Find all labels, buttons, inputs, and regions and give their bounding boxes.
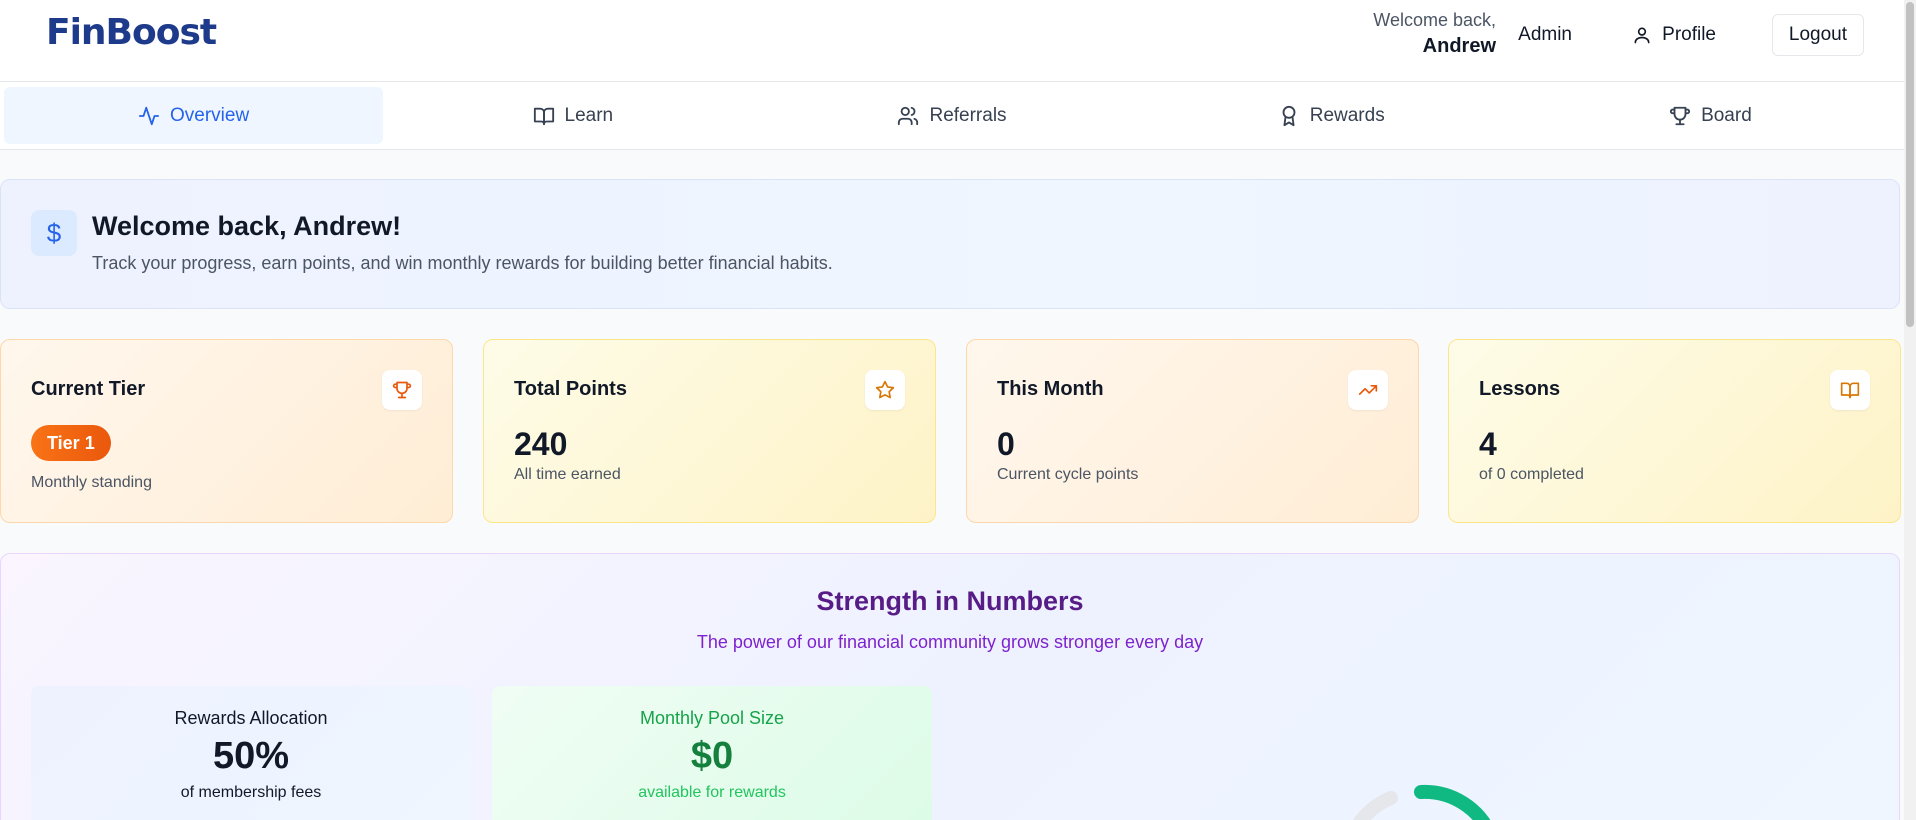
book-open-icon <box>533 107 554 125</box>
logout-label: Logout <box>1788 24 1847 45</box>
tab-label: Learn <box>564 104 614 126</box>
card-value: 240 <box>514 426 568 462</box>
lessons-card: Lessons 4 of 0 completed <box>1448 339 1901 523</box>
tab-label: Overview <box>170 104 250 126</box>
trending-up-icon <box>1348 370 1388 410</box>
allocation-value: 50% <box>212 735 290 777</box>
scrollbar-thumb[interactable] <box>1906 2 1914 327</box>
award-icon <box>1282 105 1296 126</box>
trophy-icon <box>382 370 422 410</box>
page-scrollbar[interactable] <box>1904 0 1916 820</box>
tab-board[interactable]: Board <box>1521 87 1900 144</box>
pool-sub: available for rewards <box>638 784 786 801</box>
card-subtitle: Current cycle points <box>997 466 1139 483</box>
tab-label: Board <box>1701 104 1752 126</box>
total-points-card: Total Points 240 All time earned <box>483 339 936 523</box>
card-title: Total Points <box>514 378 627 400</box>
user-name: Andrew <box>1422 35 1496 57</box>
card-title: Current Tier <box>31 378 146 400</box>
banner-subtitle: Track your progress, earn points, and wi… <box>92 253 833 273</box>
welcome-label: Welcome back, <box>1373 10 1496 30</box>
progress-ring <box>1352 784 1491 820</box>
pool-value: $0 <box>690 735 734 777</box>
card-value: 0 <box>997 426 1015 462</box>
card-subtitle: Monthly standing <box>31 474 152 491</box>
tab-referrals[interactable]: Referrals <box>762 87 1141 144</box>
rewards-allocation-card: Rewards Allocation 50% of membership fee… <box>31 686 471 820</box>
tab-overview[interactable]: Overview <box>4 87 384 144</box>
pool-label: Monthly Pool Size <box>639 708 785 728</box>
section-subtitle: The power of our financial community gro… <box>696 632 1204 652</box>
card-title: Lessons <box>1479 378 1561 400</box>
allocation-sub: of membership fees <box>180 784 322 801</box>
allocation-label: Rewards Allocation <box>174 708 328 728</box>
current-tier-card: Current Tier Tier 1 Monthly standing <box>0 339 453 523</box>
tab-label: Rewards <box>1309 104 1385 126</box>
this-month-card: This Month 0 Current cycle points <box>966 339 1419 523</box>
profile-button[interactable]: Profile <box>1616 14 1732 56</box>
book-open-icon <box>1830 370 1870 410</box>
welcome-user: Welcome back, Andrew <box>1373 10 1496 58</box>
dollar-icon: $ <box>31 210 77 256</box>
user-icon <box>1634 27 1650 44</box>
card-subtitle: of 0 completed <box>1479 466 1584 483</box>
profile-label: Profile <box>1662 24 1716 45</box>
activity-icon <box>138 106 160 125</box>
users-icon <box>898 106 919 125</box>
finboost-logo[interactable]: FinBoost <box>46 12 217 53</box>
welcome-banner: $ Welcome back, Andrew! Track your progr… <box>0 179 1900 309</box>
logout-button[interactable]: Logout <box>1771 14 1864 56</box>
strength-section: Strength in Numbers The power of our fin… <box>0 553 1900 820</box>
tab-label: Referrals <box>929 104 1007 126</box>
card-value: 4 <box>1479 426 1497 462</box>
admin-button[interactable]: Admin <box>1502 14 1588 56</box>
tab-rewards[interactable]: Rewards <box>1142 87 1521 144</box>
card-subtitle: All time earned <box>514 466 621 483</box>
admin-label: Admin <box>1518 24 1572 45</box>
monthly-pool-card: Monthly Pool Size $0 available for rewar… <box>492 686 932 820</box>
top-header: FinBoost Welcome back, Andrew Admin Prof… <box>0 0 1904 82</box>
star-icon <box>865 370 905 410</box>
section-title: Strength in Numbers <box>816 586 1084 616</box>
trophy-icon <box>1670 106 1691 125</box>
main-tabs: Overview Learn Referrals Rewards Board <box>0 82 1904 150</box>
tab-learn[interactable]: Learn <box>383 87 762 144</box>
tier-badge: Tier 1 <box>31 425 111 461</box>
card-title: This Month <box>997 378 1104 400</box>
banner-title: Welcome back, Andrew! <box>92 211 402 241</box>
